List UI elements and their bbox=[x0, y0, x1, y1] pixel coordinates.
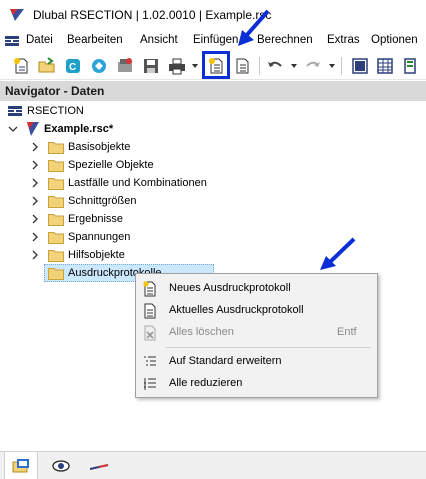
ctx-label: Alle reduzieren bbox=[169, 377, 243, 389]
ctx-current-printout[interactable]: Aktuelles Ausdruckprotokoll bbox=[136, 300, 377, 322]
folder-label: Schnittgrößen bbox=[68, 195, 137, 207]
context-menu: Neues Ausdruckprotokoll Aktuelles Ausdru… bbox=[135, 273, 378, 398]
navigator-header: Navigator - Daten bbox=[0, 81, 426, 101]
folder-label: Basisobjekte bbox=[68, 141, 131, 153]
toolbar-highlight-frame bbox=[202, 51, 230, 79]
ctx-label: Alles löschen bbox=[169, 326, 234, 338]
delete-all-icon bbox=[144, 325, 156, 341]
menu-bearbeiten[interactable]: Bearbeiten bbox=[67, 34, 123, 46]
folder-icon bbox=[48, 214, 64, 226]
menu-datei[interactable]: Datei bbox=[26, 34, 53, 46]
chevron-right-icon[interactable] bbox=[30, 142, 40, 152]
chevron-right-icon[interactable] bbox=[30, 250, 40, 260]
redo-icon[interactable] bbox=[302, 55, 324, 77]
toolbar-separator bbox=[341, 57, 342, 75]
rsection-icon bbox=[8, 106, 22, 116]
ctx-separator bbox=[166, 347, 371, 348]
chevron-right-icon[interactable] bbox=[30, 160, 40, 170]
expand-icon bbox=[144, 356, 156, 366]
tab-views[interactable] bbox=[82, 452, 116, 479]
tree-file[interactable]: Example.rsc* bbox=[0, 120, 426, 138]
undo-dropdown-icon[interactable] bbox=[291, 64, 297, 68]
menu-extras[interactable]: Extras bbox=[327, 34, 360, 46]
tree-folder-spezielle-objekte[interactable]: Spezielle Objekte bbox=[0, 156, 426, 174]
menu-optionen[interactable]: Optionen bbox=[371, 34, 418, 46]
data-tab-icon bbox=[12, 458, 29, 472]
print-dropdown-icon[interactable] bbox=[192, 64, 198, 68]
view-icon[interactable] bbox=[349, 55, 371, 77]
tree-root[interactable]: RSECTION bbox=[0, 102, 426, 120]
folder-icon bbox=[48, 250, 64, 262]
model-menu-icon[interactable] bbox=[4, 35, 20, 47]
folder-label: Spezielle Objekte bbox=[68, 159, 154, 171]
model-icon[interactable] bbox=[88, 55, 110, 77]
folder-icon bbox=[48, 160, 64, 172]
title-bar: Dlubal RSECTION | 1.02.0010 | Example.rs… bbox=[0, 0, 426, 30]
tree-folder-spannungen[interactable]: Spannungen bbox=[0, 228, 426, 246]
svg-text:C: C bbox=[69, 62, 76, 73]
views-tab-icon bbox=[89, 463, 109, 470]
display-tab-icon bbox=[52, 459, 70, 472]
current-printout-icon bbox=[144, 303, 156, 319]
tree-folder-lastfaelle[interactable]: Lastfälle und Kombinationen bbox=[0, 174, 426, 192]
folder-icon bbox=[48, 178, 64, 190]
annotation-arrow-icon bbox=[238, 9, 270, 46]
ctx-label: Neues Ausdruckprotokoll bbox=[169, 282, 291, 294]
undo-icon[interactable] bbox=[264, 55, 286, 77]
table-icon[interactable] bbox=[374, 55, 396, 77]
webservice-icon[interactable] bbox=[114, 55, 136, 77]
folder-icon bbox=[48, 142, 64, 154]
panel-icon[interactable] bbox=[399, 55, 421, 77]
tree-folder-ergebnisse[interactable]: Ergebnisse bbox=[0, 210, 426, 228]
toolbar-separator bbox=[259, 57, 260, 75]
folder-label: Lastfälle und Kombinationen bbox=[68, 177, 207, 189]
tab-display[interactable] bbox=[44, 452, 78, 479]
navigator-title: Navigator - Daten bbox=[5, 84, 105, 98]
chevron-down-icon[interactable] bbox=[8, 124, 18, 134]
chevron-right-icon[interactable] bbox=[30, 214, 40, 224]
chevron-right-icon[interactable] bbox=[30, 232, 40, 242]
collapse-icon bbox=[144, 378, 156, 390]
open-icon[interactable] bbox=[36, 55, 58, 77]
new-printout-icon bbox=[143, 281, 156, 297]
app-logo-icon bbox=[10, 9, 24, 21]
tree-folder-schnittgroessen[interactable]: Schnittgrößen bbox=[0, 192, 426, 210]
print-icon[interactable] bbox=[166, 55, 188, 77]
ctx-expand-default[interactable]: Auf Standard erweitern bbox=[136, 351, 377, 373]
menu-ansicht[interactable]: Ansicht bbox=[140, 34, 178, 46]
ctx-new-printout[interactable]: Neues Ausdruckprotokoll bbox=[136, 278, 377, 300]
folder-icon bbox=[48, 268, 64, 280]
save-icon[interactable] bbox=[140, 55, 162, 77]
tree-folder-basisobjekte[interactable]: Basisobjekte bbox=[0, 138, 426, 156]
menu-einfuegen[interactable]: Einfügen bbox=[193, 34, 238, 46]
folder-icon bbox=[48, 196, 64, 208]
file-icon bbox=[27, 122, 39, 136]
new-icon[interactable] bbox=[10, 55, 32, 77]
ctx-delete-all[interactable]: Alles löschen Entf bbox=[136, 322, 377, 344]
folder-icon bbox=[48, 232, 64, 244]
ctx-shortcut: Entf bbox=[337, 326, 357, 338]
folder-label: Hilfsobjekte bbox=[68, 249, 125, 261]
tree-file-label: Example.rsc* bbox=[44, 123, 114, 135]
tab-data[interactable] bbox=[4, 452, 38, 479]
chevron-right-icon[interactable] bbox=[30, 178, 40, 188]
printout-icon[interactable] bbox=[231, 55, 253, 77]
dlubal-center-icon[interactable]: C bbox=[62, 55, 84, 77]
folder-label: Ergebnisse bbox=[68, 213, 124, 225]
menu-bar: Datei Bearbeiten Ansicht Einfügen Berech… bbox=[0, 30, 426, 52]
navigator-tab-bar bbox=[0, 451, 426, 479]
tree-folder-hilfsobjekte[interactable]: Hilfsobjekte bbox=[0, 246, 426, 264]
redo-dropdown-icon[interactable] bbox=[329, 64, 335, 68]
folder-label: Spannungen bbox=[68, 231, 131, 243]
ctx-label: Auf Standard erweitern bbox=[169, 355, 282, 367]
ctx-label: Aktuelles Ausdruckprotokoll bbox=[169, 304, 304, 316]
tree-root-label: RSECTION bbox=[27, 105, 84, 117]
chevron-right-icon[interactable] bbox=[30, 196, 40, 206]
ctx-collapse-all[interactable]: Alle reduzieren bbox=[136, 373, 377, 395]
